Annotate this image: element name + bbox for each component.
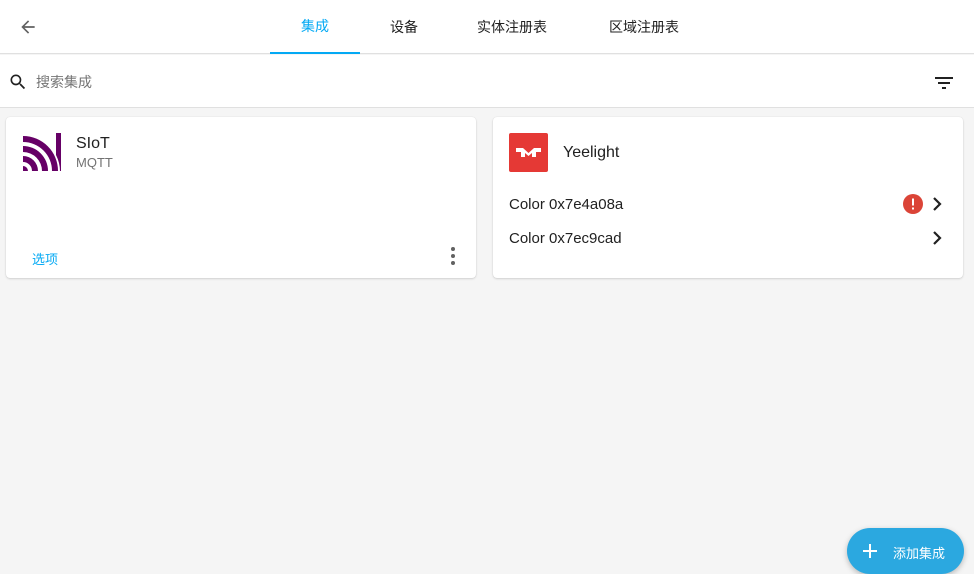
- tab-area-registry[interactable]: 区域注册表: [576, 0, 712, 54]
- device-name: Color 0x7e4a08a: [509, 196, 624, 213]
- integration-card-siot: SIoT MQTT 选项: [6, 117, 476, 278]
- integration-subtitle: MQTT: [76, 155, 113, 170]
- plus-icon: [863, 544, 877, 558]
- tab-entity-registry[interactable]: 实体注册表: [448, 0, 576, 54]
- add-integration-label: 添加集成: [893, 546, 946, 561]
- error-icon: [903, 194, 923, 214]
- search-bar: [0, 55, 974, 108]
- options-button[interactable]: 选项: [32, 247, 58, 270]
- device-row[interactable]: Color 0x7e4a08a: [493, 189, 963, 219]
- search-input[interactable]: [36, 69, 876, 95]
- tab-integrations[interactable]: 集成: [270, 0, 360, 54]
- chevron-right-icon: [933, 231, 942, 245]
- search-icon: [10, 74, 26, 90]
- more-vertical-icon[interactable]: [443, 245, 463, 267]
- back-button[interactable]: [14, 13, 42, 41]
- mqtt-logo-icon: [23, 133, 61, 171]
- add-integration-button[interactable]: 添加集成: [847, 528, 964, 574]
- tab-bar: 集成 设备 实体注册表 区域注册表: [270, 0, 712, 54]
- yeelight-logo-icon: [509, 133, 548, 172]
- device-row[interactable]: Color 0x7ec9cad: [493, 223, 963, 253]
- integration-card-yeelight: Yeelight Color 0x7e4a08a Color 0x7ec9cad: [493, 117, 963, 278]
- integration-title: SIoT: [76, 135, 110, 152]
- top-app-bar: 集成 设备 实体注册表 区域注册表: [0, 0, 974, 54]
- integration-title: Yeelight: [563, 144, 620, 161]
- arrow-left-icon: [21, 20, 35, 34]
- chevron-right-icon: [933, 197, 942, 211]
- filter-icon[interactable]: [932, 71, 956, 95]
- tab-devices[interactable]: 设备: [360, 0, 448, 54]
- device-name: Color 0x7ec9cad: [509, 230, 622, 247]
